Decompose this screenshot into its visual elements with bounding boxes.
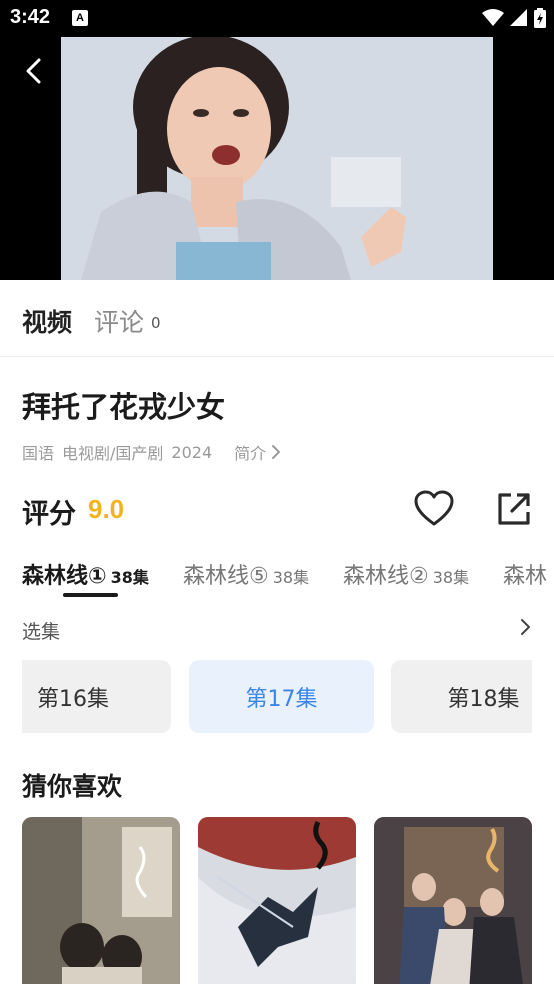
episode-button[interactable]: 第18集 (391, 660, 532, 733)
heart-icon[interactable] (414, 490, 454, 528)
back-arrow-icon[interactable] (18, 55, 50, 87)
poster-card[interactable] (374, 817, 532, 984)
select-label: 选集 (22, 621, 61, 643)
status-time: 3:42 (10, 6, 51, 28)
meta-year: 2024 (171, 442, 213, 462)
rating-label: 评分 (22, 499, 76, 530)
line-episodes: 38集 (272, 568, 310, 587)
episode-list: 第16集 第17集 第18集 (22, 660, 532, 734)
tab-comment[interactable]: 评论 (94, 303, 144, 339)
chevron-right-icon[interactable] (516, 617, 534, 637)
signal-icon (510, 9, 527, 26)
show-title: 拜托了花戎少女 (22, 390, 226, 424)
tab-video[interactable]: 视频 (22, 303, 72, 339)
video-player[interactable] (0, 37, 554, 280)
notification-icon: A (72, 10, 88, 26)
active-tab-indicator (63, 593, 118, 597)
battery-icon (534, 8, 546, 28)
poster-card[interactable] (22, 817, 180, 984)
line-tab-more[interactable]: 森林 (503, 558, 547, 590)
show-meta: 国语 电视剧/国产剧 2024 简介 (22, 440, 282, 464)
rating-value: 9.0 (88, 494, 125, 524)
video-frame[interactable] (61, 37, 493, 280)
share-icon[interactable] (496, 491, 532, 527)
line-episodes: 38集 (110, 568, 149, 587)
episode-select-row[interactable]: 选集 (22, 614, 534, 644)
recommend-title: 猜你喜欢 (22, 772, 123, 801)
line-tab-2[interactable]: 森林线② 38集 (343, 558, 469, 590)
intro-link[interactable]: 简介 (234, 440, 266, 464)
rating-row: 评分 9.0 (22, 490, 534, 530)
poster-image (22, 817, 180, 984)
wifi-icon (482, 9, 504, 26)
poster-image (198, 817, 356, 984)
episode-button-selected[interactable]: 第17集 (189, 660, 374, 733)
recommend-list (22, 817, 554, 984)
status-icons (482, 7, 546, 29)
meta-language: 国语 (22, 444, 55, 463)
episode-button[interactable]: 第16集 (22, 660, 171, 733)
line-name: 森林线② (343, 564, 429, 589)
meta-genre: 电视剧/国产剧 (62, 444, 164, 463)
line-name: 森林 (503, 564, 548, 589)
line-name: 森林线① (22, 564, 107, 589)
line-tab-5[interactable]: 森林线⑤ 38集 (183, 558, 309, 590)
line-name: 森林线⑤ (183, 564, 269, 589)
status-bar: 3:42 A (0, 0, 554, 37)
video-still-image (61, 37, 493, 280)
line-tab-1[interactable]: 森林线① 38集 (22, 558, 149, 590)
line-episodes: 38集 (432, 568, 470, 587)
content-tabs: 视频 评论 0 (0, 281, 554, 357)
chevron-right-icon[interactable] (270, 444, 282, 460)
poster-image (374, 817, 532, 984)
poster-card[interactable] (198, 817, 356, 984)
source-line-tabs: 森林线① 38集 森林线⑤ 38集 森林线② 38集 森林 (22, 556, 554, 600)
comment-count: 0 (151, 314, 161, 332)
